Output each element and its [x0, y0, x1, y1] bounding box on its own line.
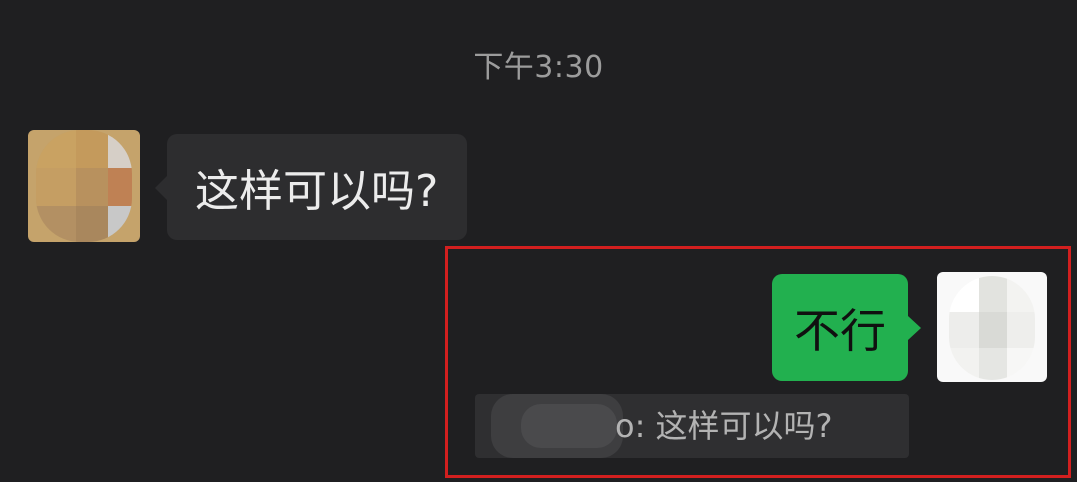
message-bubble-incoming[interactable]: 这样可以吗? [155, 134, 467, 240]
message-text: 不行 [794, 303, 886, 358]
timestamp: 下午3:30 [473, 50, 604, 85]
message-text: 这样可以吗? [195, 166, 439, 217]
redacted-sender [491, 394, 623, 458]
avatar[interactable] [937, 272, 1047, 382]
bubble-tail [155, 176, 167, 200]
avatar[interactable] [28, 130, 140, 242]
message-bubble-outgoing[interactable]: 不行 [772, 274, 921, 381]
avatar-mosaic [36, 130, 132, 242]
quoted-message[interactable]: o: 这样可以吗? [475, 394, 909, 458]
quoted-text: o: 这样可以吗? [615, 407, 833, 445]
avatar-mosaic [949, 276, 1035, 380]
bubble-tail [908, 316, 921, 340]
